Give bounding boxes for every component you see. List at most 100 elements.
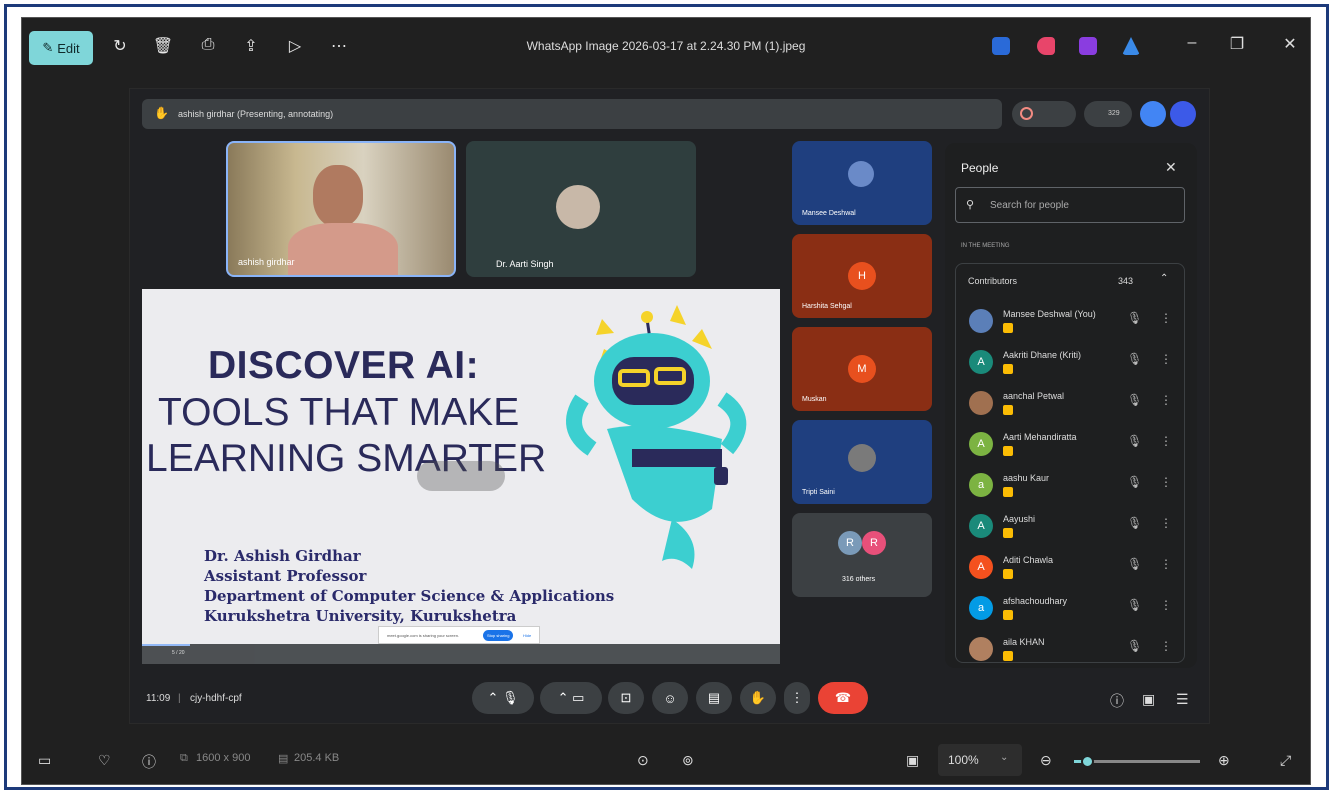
more-icon[interactable]: ⋮ [1160, 352, 1172, 366]
mic-off-icon[interactable]: 🎙 [1127, 393, 1142, 407]
search-icon: ⚲ [966, 199, 975, 211]
participant-row[interactable]: A Aakriti Dhane (Kriti) 🎙 ⋮ [955, 344, 1185, 384]
side-tile-mansee[interactable]: Mansee Deshwal [792, 141, 932, 225]
video-tile-ashish[interactable]: ashish girdhar [226, 141, 456, 277]
avatar [848, 444, 876, 472]
mic-off-icon[interactable]: 🎙 [1127, 516, 1142, 530]
mic-button[interactable]: ⌃ 🎙 [472, 682, 534, 714]
zoom-value: 100% [948, 753, 979, 767]
more-icon[interactable]: ⋮ [1160, 516, 1172, 530]
zoom-slider[interactable] [1074, 755, 1200, 768]
emoji-icon: ☺ [663, 690, 677, 706]
gemini-button[interactable] [1170, 101, 1196, 127]
avatar: A [969, 555, 993, 579]
participant-row[interactable]: a aashu Kaur 🎙 ⋮ [955, 467, 1185, 507]
robot-illustration [566, 305, 747, 569]
more-icon[interactable]: ⋮ [1160, 639, 1172, 653]
hand-icon: ✋ [154, 106, 169, 120]
participant-row[interactable]: A Aarti Mehandiratta 🎙 ⋮ [955, 426, 1185, 466]
window-title: WhatsApp Image 2026-03-17 at 2.24.30 PM … [526, 39, 806, 53]
zoom-out-icon[interactable]: ⊖ [1040, 752, 1052, 769]
app-icon-3[interactable] [1079, 37, 1097, 55]
app-icon-2[interactable] [1037, 37, 1055, 55]
more-icon[interactable]: ⋮ [1160, 434, 1172, 448]
more-icon[interactable]: ⋮ [1160, 598, 1172, 612]
pen-button[interactable] [1140, 101, 1166, 127]
people-title: People [961, 161, 999, 175]
close-people-icon[interactable]: ✕ [1165, 159, 1177, 176]
zoom-select[interactable]: 100% ⌄ [938, 744, 1022, 776]
side-tile-others[interactable]: R R 316 others [792, 513, 932, 597]
favorite-icon[interactable]: ♡ [98, 752, 111, 769]
tile-name: Mansee Deshwal [802, 210, 856, 217]
mic-off-icon[interactable]: 🎙 [1127, 352, 1142, 366]
captions-button[interactable]: ▤ [696, 682, 732, 714]
mic-icon: ⌃ 🎙 [487, 690, 519, 705]
more-options-button[interactable]: ⋮ [784, 682, 810, 714]
record-pill[interactable] [1012, 101, 1076, 127]
chat-icon[interactable]: ▣ [1142, 691, 1155, 708]
fullscreen-icon[interactable]: ⤢ [1280, 752, 1291, 769]
zoom-slider-knob[interactable] [1080, 755, 1094, 768]
annotation-toolbar[interactable] [417, 461, 505, 491]
raise-hand-button[interactable]: ✋ [740, 682, 776, 714]
stop-sharing-button[interactable]: Stop sharing [483, 630, 514, 641]
close-icon[interactable]: ✕ [1280, 34, 1300, 54]
zoom-in-icon[interactable]: ⊕ [1218, 752, 1230, 769]
video-tile-aarti[interactable]: Dr. Aarti Singh [466, 141, 696, 277]
participants-pill[interactable]: 329 [1084, 101, 1132, 127]
emoji-button[interactable]: ☺ [652, 682, 688, 714]
activities-icon[interactable]: ☰ [1176, 691, 1189, 708]
fit-screen-icon[interactable]: ▣ [906, 752, 919, 769]
participant-row[interactable]: Mansee Deshwal (You) 🎙 ⋮ [955, 303, 1185, 343]
hide-button[interactable]: Hide [523, 633, 531, 638]
photos-app-window: ✎ Edit ↻ 🗑 ⎙ ⇪ ▷ ⋯ WhatsApp Image 2026-0… [21, 17, 1311, 785]
hand-icon: ✋ [749, 690, 767, 705]
mic-off-icon[interactable]: 🎙 [1127, 311, 1142, 325]
present-button[interactable]: ⊡ [608, 682, 644, 714]
tile-name: ashish girdhar [238, 257, 295, 267]
present-icon: ⊡ [620, 690, 632, 705]
mic-off-icon[interactable]: 🎙 [1127, 475, 1142, 489]
restore-icon[interactable]: ❐ [1227, 34, 1247, 54]
mic-off-icon[interactable]: 🎙 [1127, 557, 1142, 571]
tile-name: Harshita Sehgal [802, 303, 852, 310]
mic-off-icon[interactable]: 🎙 [1127, 639, 1142, 653]
collapse-chevron-icon[interactable]: ⌃ [1160, 273, 1168, 284]
separator: | [178, 693, 181, 704]
host-badge-icon [1003, 446, 1013, 456]
camera-button[interactable]: ⌃ ▭ [540, 682, 602, 714]
filmstrip-icon[interactable]: ▭ [38, 752, 51, 769]
slide-role: Assistant Professor [204, 567, 367, 585]
mic-off-icon[interactable]: 🎙 [1127, 434, 1142, 448]
search-field[interactable]: ⚲ Search for people [955, 187, 1185, 223]
more-icon[interactable]: ⋮ [1160, 311, 1172, 325]
avatar: A [969, 350, 993, 374]
more-icon[interactable]: ⋮ [1160, 557, 1172, 571]
more-icon[interactable]: ⋮ [1160, 393, 1172, 407]
side-tile-tripti[interactable]: Tripti Saini [792, 420, 932, 504]
side-tile-harshita[interactable]: H Harshita Sehgal [792, 234, 932, 318]
more-icon[interactable]: ⋮ [1160, 475, 1172, 489]
info-icon[interactable]: ⓘ [1110, 691, 1124, 711]
end-call-button[interactable]: ☎ [818, 682, 868, 714]
person-body [288, 223, 398, 275]
participant-row[interactable]: A Aditi Chawla 🎙 ⋮ [955, 549, 1185, 589]
app-icon-1[interactable] [992, 37, 1010, 55]
mic-off-icon[interactable]: 🎙 [1127, 598, 1142, 612]
slide-univ: Kurukshetra University, Kurukshetra [204, 607, 517, 625]
participant-row[interactable]: aila KHAN 🎙 ⋮ [955, 631, 1185, 668]
visual-search-icon[interactable]: ⊙ [637, 752, 649, 769]
participant-row[interactable]: aanchal Petwal 🎙 ⋮ [955, 385, 1185, 425]
minimize-icon[interactable]: – [1182, 34, 1202, 52]
participant-row[interactable]: a afshachoudhary 🎙 ⋮ [955, 590, 1185, 630]
host-badge-icon [1003, 528, 1013, 538]
host-badge-icon [1003, 610, 1013, 620]
avatar: A [969, 514, 993, 538]
side-tile-muskan[interactable]: M Muskan [792, 327, 932, 411]
text-scan-icon[interactable]: ⊚ [682, 752, 694, 769]
info-icon[interactable]: ⓘ [142, 752, 156, 772]
participant-row[interactable]: A Aayushi 🎙 ⋮ [955, 508, 1185, 548]
search-placeholder: Search for people [990, 200, 1069, 211]
file-size: 205.4 KB [294, 752, 340, 764]
